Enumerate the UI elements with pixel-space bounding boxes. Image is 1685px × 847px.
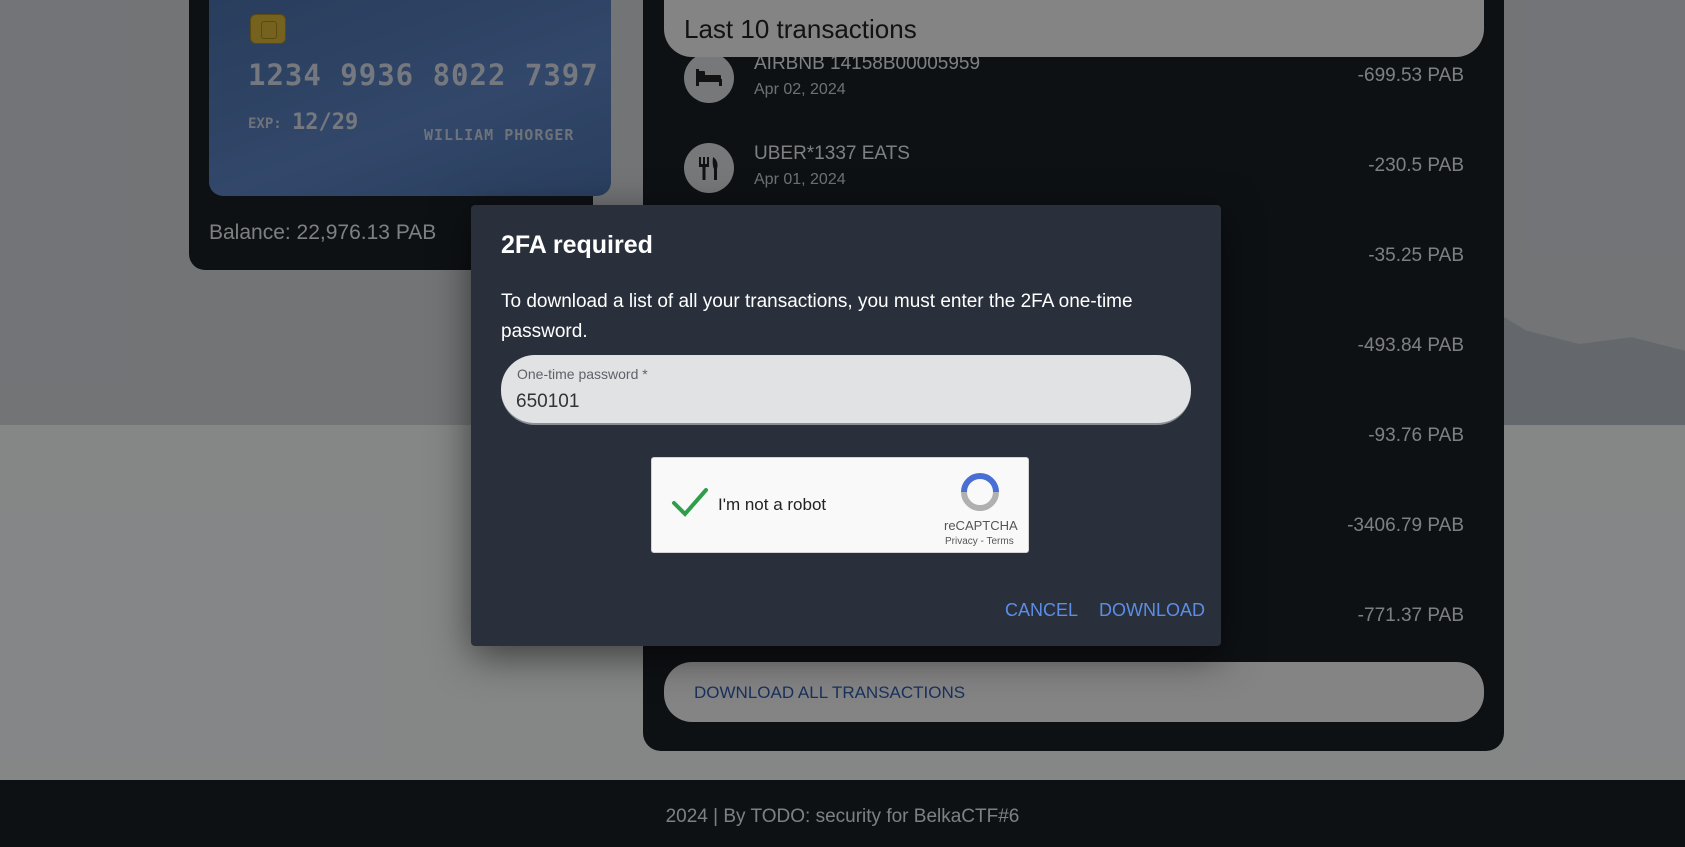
cancel-button[interactable]: CANCEL	[1005, 600, 1078, 621]
dialog-text: To download a list of all your transacti…	[501, 291, 1133, 342]
otp-label: One-time password *	[517, 366, 648, 382]
otp-input[interactable]	[516, 389, 1156, 415]
recaptcha-logo-icon	[961, 473, 999, 511]
recaptcha-links[interactable]: Privacy - Terms	[945, 536, 1014, 547]
download-button[interactable]: DOWNLOAD	[1099, 600, 1205, 621]
checkmark-icon[interactable]	[670, 482, 710, 522]
recaptcha-brand: reCAPTCHA	[944, 518, 1018, 533]
recaptcha-widget[interactable]: I'm not a robot reCAPTCHA Privacy - Term…	[651, 457, 1029, 553]
dialog-title: 2FA required	[501, 231, 653, 259]
otp-field[interactable]: One-time password *	[501, 355, 1191, 425]
twofa-dialog: 2FA required To download a list of all y…	[471, 205, 1221, 646]
captcha-label: I'm not a robot	[718, 495, 827, 514]
